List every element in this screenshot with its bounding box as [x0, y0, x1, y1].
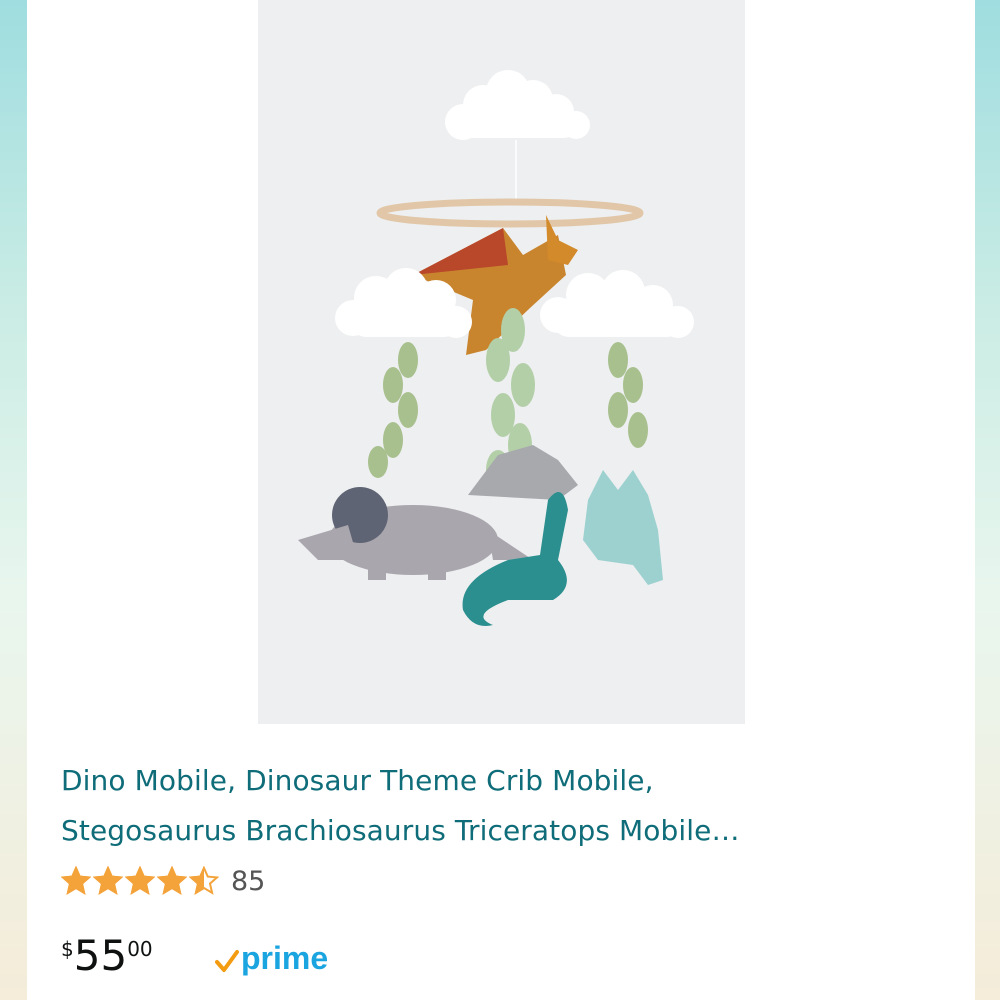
product-card[interactable]: Dino Mobile, Dinosaur Theme Crib Mobile,…	[27, 0, 975, 1000]
star-full-icon	[93, 866, 123, 895]
star-full-icon	[157, 866, 187, 895]
rating-count: 85	[231, 865, 266, 897]
prime-label: prime	[241, 940, 329, 976]
prime-check-icon	[215, 949, 239, 972]
rating-summary[interactable]: 85	[61, 858, 265, 904]
price-currency: $	[61, 937, 74, 961]
star-full-icon	[125, 866, 155, 895]
product-title-link[interactable]: Dino Mobile, Dinosaur Theme Crib Mobile,…	[61, 756, 941, 856]
star-rating	[61, 866, 219, 896]
price-fraction: 00	[127, 937, 153, 961]
product-title-line-2: Stegosaurus Brachiosaurus Triceratops Mo…	[61, 814, 740, 847]
product-title-line-1: Dino Mobile, Dinosaur Theme Crib Mobile,	[61, 764, 654, 797]
star-half-icon	[189, 866, 219, 895]
product-image[interactable]	[258, 0, 745, 724]
prime-badge: prime	[215, 940, 328, 977]
price: $ 55 00	[61, 928, 153, 984]
price-whole: 55	[73, 931, 128, 980]
star-full-icon	[61, 866, 91, 895]
